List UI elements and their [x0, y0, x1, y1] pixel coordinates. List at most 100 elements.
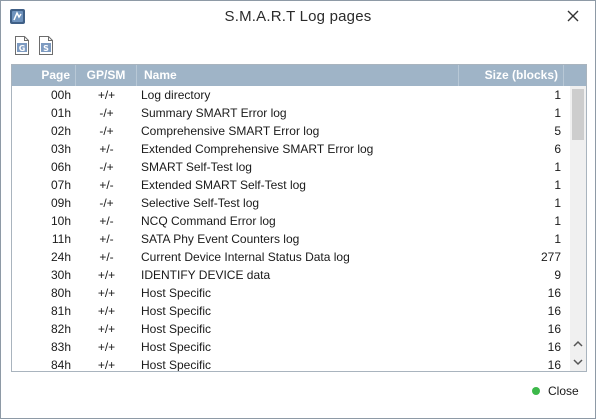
cell-gpsm: +/+ [97, 268, 116, 282]
log-pages-table: Page GP/SM Name Size (blocks) 00h +/+ Log … [11, 64, 587, 372]
cell-page: 81h [50, 304, 71, 318]
cell-size: 6 [554, 142, 561, 156]
cell-page: 01h [50, 106, 71, 120]
header-corner [564, 65, 586, 86]
cell-page: 24h [50, 250, 71, 264]
cell-page: 83h [50, 340, 71, 354]
cell-size: 9 [554, 268, 561, 282]
cell-gpsm: +/- [99, 178, 114, 192]
cell-size: 1 [554, 196, 561, 210]
cell-page: 00h [50, 88, 71, 102]
cell-size: 16 [547, 340, 561, 354]
cell-gpsm: -/+ [99, 160, 114, 174]
cell-page: 30h [50, 268, 71, 282]
cell-gpsm: -/+ [99, 124, 114, 138]
table-row[interactable]: 03h +/- Extended Comprehensive SMART Error… [12, 140, 570, 158]
cell-page: 11h [51, 232, 71, 246]
cell-gpsm: +/- [99, 250, 114, 264]
table-row[interactable]: 83h +/+ Host Specific 16 [12, 338, 570, 356]
table-row[interactable]: 01h -/+ Summary SMART Error log 1 [12, 104, 570, 122]
cell-name: Comprehensive SMART Error log [141, 124, 320, 138]
cell-page: 82h [50, 322, 71, 336]
cell-size: 5 [554, 124, 561, 138]
cell-name: IDENTIFY DEVICE data [141, 268, 271, 282]
table-row[interactable]: 84h +/+ Host Specific 16 [12, 356, 570, 372]
cell-size: 1 [554, 214, 561, 228]
cell-name: Host Specific [141, 322, 212, 336]
cell-gpsm: +/- [99, 214, 114, 228]
table-row[interactable]: 30h +/+ IDENTIFY DEVICE data 9 [12, 266, 570, 284]
table-row[interactable]: 00h +/+ Log directory 1 [12, 86, 570, 104]
table-row[interactable]: 09h -/+ Selective Self-Test log 1 [12, 194, 570, 212]
cell-gpsm: +/- [99, 142, 114, 156]
cell-gpsm: +/- [99, 232, 114, 246]
cell-gpsm: +/+ [97, 304, 116, 318]
cell-gpsm: -/+ [99, 196, 114, 210]
cell-name: Host Specific [141, 358, 212, 372]
cell-page: 84h [50, 358, 71, 372]
cell-page: 02h [50, 124, 71, 138]
cell-gpsm: -/+ [99, 106, 114, 120]
smart-log-icon[interactable]: S [38, 36, 54, 55]
cell-name: Extended Comprehensive SMART Error log [141, 142, 374, 156]
table-row[interactable]: 11h +/- SATA Phy Event Counters log 1 [12, 230, 570, 248]
cell-name: Summary SMART Error log [141, 106, 287, 120]
generic-log-icon[interactable]: G [14, 36, 30, 55]
table-row[interactable]: 81h +/+ Host Specific 16 [12, 302, 570, 320]
column-header-name[interactable]: Name [137, 65, 459, 86]
close-button-label: Close [548, 384, 579, 398]
scroll-up-icon[interactable] [570, 336, 586, 352]
cell-name: Selective Self-Test log [141, 196, 260, 210]
smart-log-pages-window: S.M.A.R.T Log pages G S Page GP/SM Name … [0, 0, 596, 419]
table-row[interactable]: 10h +/- NCQ Command Error log 1 [12, 212, 570, 230]
title-bar[interactable]: S.M.A.R.T Log pages [1, 1, 595, 32]
cell-page: 07h [50, 178, 71, 192]
cell-gpsm: +/+ [97, 340, 116, 354]
column-header-page[interactable]: Page [12, 65, 76, 86]
cell-size: 1 [554, 88, 561, 102]
cell-size: 1 [554, 232, 561, 246]
cell-size: 1 [554, 160, 561, 174]
generic-log-letter: G [19, 44, 26, 53]
cell-gpsm: +/+ [97, 88, 116, 102]
cell-size: 1 [554, 178, 561, 192]
cell-page: 80h [50, 286, 71, 300]
cell-size: 16 [547, 286, 561, 300]
cell-page: 09h [50, 196, 71, 210]
cell-page: 10h [50, 214, 71, 228]
cell-gpsm: +/+ [97, 358, 116, 372]
smart-log-letter: S [43, 44, 49, 53]
column-header-gpsm[interactable]: GP/SM [76, 65, 137, 86]
cell-name: Current Device Internal Status Data log [141, 250, 350, 264]
cell-gpsm: +/+ [97, 322, 116, 336]
column-header-size[interactable]: Size (blocks) [459, 65, 564, 86]
close-icon[interactable] [564, 7, 582, 25]
table-row[interactable]: 82h +/+ Host Specific 16 [12, 320, 570, 338]
table-row[interactable]: 06h -/+ SMART Self-Test log 1 [12, 158, 570, 176]
table-header: Page GP/SM Name Size (blocks) [12, 65, 586, 86]
scroll-down-icon[interactable] [570, 354, 586, 370]
cell-size: 277 [540, 250, 561, 264]
scrollbar-thumb[interactable] [572, 89, 584, 140]
cell-name: SATA Phy Event Counters log [141, 232, 300, 246]
close-button[interactable]: Close [530, 382, 590, 400]
cell-page: 06h [50, 160, 71, 174]
table-row[interactable]: 07h +/- Extended SMART Self-Test log 1 [12, 176, 570, 194]
cell-name: Log directory [141, 88, 211, 102]
status-dot-icon [532, 387, 540, 395]
cell-name: SMART Self-Test log [141, 160, 252, 174]
table-row[interactable]: 80h +/+ Host Specific 16 [12, 284, 570, 302]
cell-size: 16 [547, 304, 561, 318]
cell-size: 16 [547, 322, 561, 336]
table-row[interactable]: 24h +/- Current Device Internal Status Dat… [12, 248, 570, 266]
table-body: 00h +/+ Log directory 1 01h -/+ Summary SMART … [12, 86, 570, 372]
cell-name: Host Specific [141, 304, 212, 318]
table-row[interactable]: 02h -/+ Comprehensive SMART Error log 5 [12, 122, 570, 140]
cell-size: 1 [554, 106, 561, 120]
window-title: S.M.A.R.T Log pages [224, 8, 372, 25]
cell-gpsm: +/+ [97, 286, 116, 300]
cell-name: Host Specific [141, 340, 212, 354]
toolbar: G S [11, 36, 71, 56]
cell-name: NCQ Command Error log [141, 214, 276, 228]
vertical-scrollbar[interactable] [570, 86, 586, 371]
